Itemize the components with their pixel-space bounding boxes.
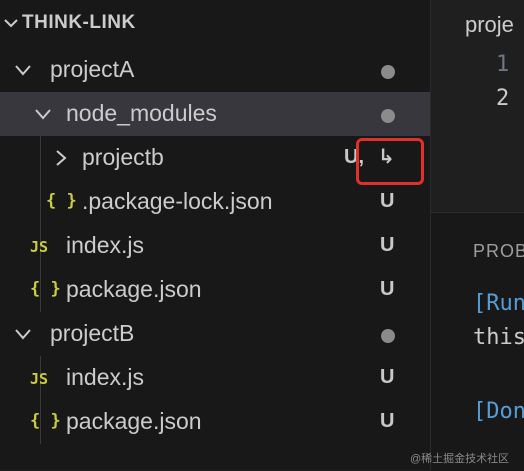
- untracked-status-badge: U: [380, 278, 395, 300]
- line-number-active: 2: [496, 86, 510, 111]
- editor-tab[interactable]: proje: [431, 0, 524, 48]
- output-line: [Don: [473, 399, 524, 424]
- editor-tab-label: proje: [465, 12, 514, 37]
- chevron-right-icon: [56, 150, 67, 166]
- tree-item-label: index.js: [66, 364, 144, 390]
- tree-item-package-lock-json[interactable]: { } .package-lock.json U: [0, 180, 430, 224]
- tree-item-label: package.json: [66, 276, 202, 302]
- tree-item-label: node_modules: [66, 100, 217, 126]
- tree-item-projectB[interactable]: projectB: [0, 312, 430, 356]
- output-line: this: [473, 325, 524, 350]
- bottom-panel: PROB [Run this [Don: [431, 212, 524, 471]
- untracked-status-badge: U: [380, 366, 395, 388]
- tree-item-package-json[interactable]: { } package.json U: [0, 268, 430, 312]
- line-number: 1: [496, 52, 510, 77]
- modified-dot-icon: [381, 329, 395, 343]
- json-file-icon: { }: [46, 191, 77, 211]
- tree-item-label: projectA: [50, 56, 135, 82]
- explorer-section-header[interactable]: THINK-LINK: [0, 0, 430, 48]
- tree-item-node-modules[interactable]: node_modules: [0, 92, 430, 136]
- tree-item-label: projectb: [82, 144, 164, 170]
- json-file-icon: { }: [30, 411, 61, 431]
- json-file-icon: { }: [30, 279, 61, 299]
- tree-item-package-json[interactable]: { } package.json U: [0, 400, 430, 444]
- chevron-down-icon: [15, 329, 31, 340]
- output-line: [Run: [473, 291, 524, 316]
- tree-item-label: index.js: [66, 232, 144, 258]
- tree-item-label: projectB: [50, 320, 135, 346]
- javascript-file-icon: JS: [30, 238, 49, 256]
- modified-dot-icon: [381, 109, 395, 123]
- tree-item-index-js[interactable]: JS index.js U: [0, 356, 430, 400]
- tree-item-label: package.json: [66, 408, 202, 434]
- tree-item-projectA[interactable]: projectA: [0, 48, 430, 92]
- untracked-status-badge: U: [380, 410, 395, 432]
- chevron-down-icon: [15, 65, 31, 76]
- modified-dot-icon: [381, 65, 395, 79]
- workspace-title: THINK-LINK: [22, 12, 136, 33]
- tree-item-index-js[interactable]: JS index.js U: [0, 224, 430, 268]
- chevron-down-icon: [4, 19, 18, 28]
- explorer-sidebar: THINK-LINK projectA node_modules project…: [0, 0, 430, 470]
- panel-tab-problems[interactable]: PROB: [473, 241, 524, 262]
- untracked-status-badge: U: [380, 190, 395, 212]
- javascript-file-icon: JS: [30, 370, 49, 388]
- annotation-highlight-box: [356, 138, 424, 185]
- watermark-text: @稀土掘金技术社区: [410, 453, 510, 465]
- chevron-down-icon: [35, 109, 51, 120]
- tree-item-label: .package-lock.json: [82, 188, 273, 214]
- untracked-status-badge: U: [380, 234, 395, 256]
